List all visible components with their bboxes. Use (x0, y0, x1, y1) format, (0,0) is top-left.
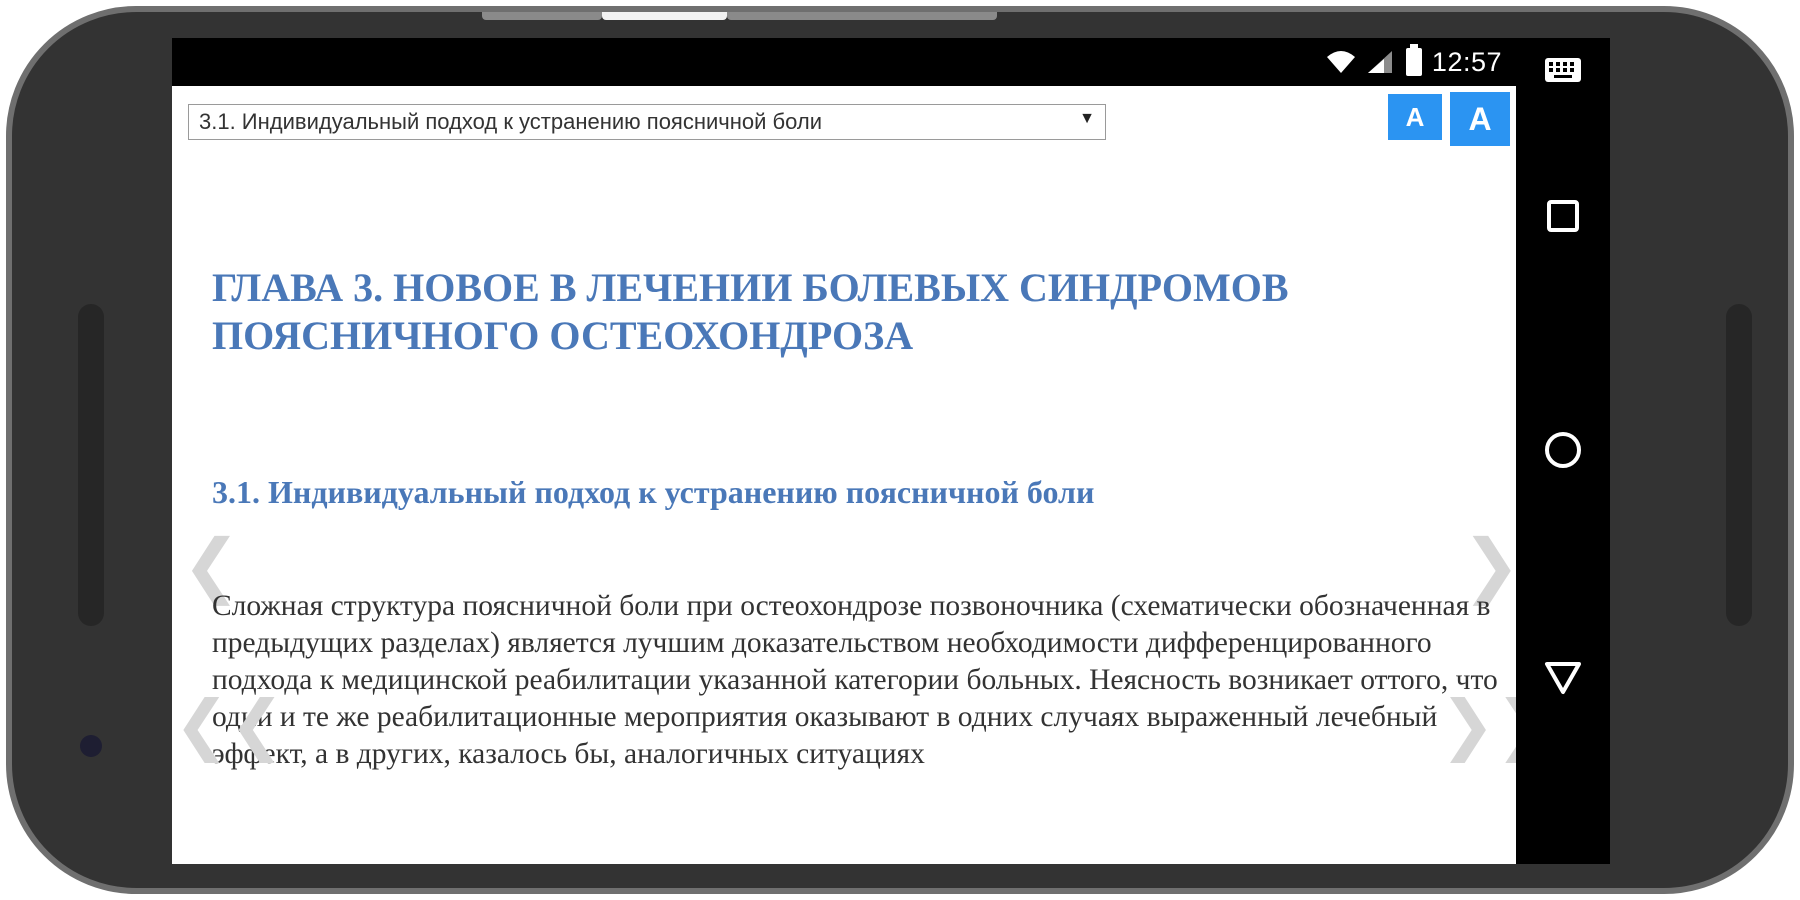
volume-button-secondary (727, 12, 997, 20)
battery-icon (1405, 44, 1422, 76)
next-chapter-arrow[interactable]: ❯❯ (1440, 690, 1516, 760)
status-icons: 12:57 (1326, 44, 1502, 80)
previous-chapter-arrow[interactable]: ❮❮ (174, 690, 285, 760)
front-camera (80, 735, 102, 757)
status-bar: 12:57 (172, 38, 1516, 86)
device-screen: 12:57 3.1. Индивидуальный подход к устра… (172, 38, 1610, 864)
recent-apps-button[interactable] (1516, 198, 1610, 234)
keyboard-button[interactable] (1516, 56, 1610, 84)
chapter-select[interactable]: 3.1. Индивидуальный подход к устранению … (188, 104, 1106, 140)
body-paragraph: Сложная структура поясничной боли при ос… (212, 590, 1498, 770)
recent-apps-icon (1547, 200, 1579, 232)
speaker-slot-left (78, 304, 104, 626)
volume-button (482, 12, 602, 20)
reader-content: 3.1. Индивидуальный подход к устранению … (172, 86, 1516, 864)
chapter-select-value: 3.1. Индивидуальный подход к устранению … (199, 109, 823, 134)
chapter-title: ГЛАВА 3. НОВОЕ В ЛЕЧЕНИИ БОЛЕВЫХ СИНДРОМ… (212, 265, 1289, 358)
home-button[interactable] (1516, 430, 1610, 470)
section-title: 3.1. Индивидуальный подход к устранению … (212, 474, 1095, 510)
increase-font-button[interactable]: A (1450, 92, 1510, 146)
signal-icon (1367, 51, 1392, 73)
power-button (602, 12, 727, 20)
status-time: 12:57 (1431, 46, 1502, 77)
back-icon (1545, 662, 1581, 694)
home-icon (1545, 432, 1581, 468)
decrease-font-button[interactable]: A (1388, 94, 1442, 140)
speaker-slot-right (1726, 304, 1752, 626)
navigation-bar (1516, 38, 1610, 864)
back-button[interactable] (1516, 660, 1610, 696)
keyboard-icon (1545, 58, 1581, 82)
wifi-icon (1326, 51, 1355, 73)
dropdown-arrow-icon: ▼ (1079, 110, 1095, 127)
